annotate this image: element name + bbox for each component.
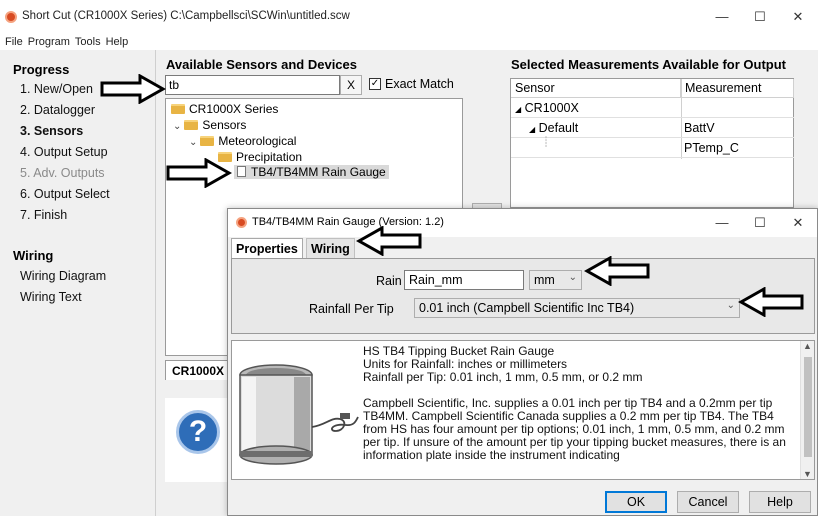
row-divider — [511, 157, 794, 158]
sensor-description-text: HS TB4 Tipping Bucket Rain Gauge Units f… — [363, 345, 795, 462]
nav-output-setup[interactable]: 4. Output Setup — [20, 145, 108, 159]
nav-adv-outputs: 5. Adv. Outputs — [20, 166, 105, 180]
menu-program[interactable]: Program — [28, 36, 70, 48]
progress-nav: Progress 1. New/Open 2. Datalogger 3. Se… — [0, 50, 155, 516]
dialog-title-bar: TB4/TB4MM Rain Gauge (Version: 1.2) — ☐ … — [228, 209, 817, 237]
nav-wiring-text[interactable]: Wiring Text — [20, 290, 82, 304]
help-icon[interactable]: ? — [176, 410, 220, 454]
menu-tools[interactable]: Tools — [75, 36, 101, 48]
callout-arrow — [166, 158, 232, 188]
sensor-search-input[interactable]: tb — [165, 75, 340, 95]
dialog-close-button[interactable]: ✕ — [786, 212, 810, 234]
tree-node-meteorological[interactable]: ⌄ Meteorological — [189, 134, 296, 148]
sensors-heading: Available Sensors and Devices — [166, 57, 358, 72]
exact-match-label: Exact Match — [385, 77, 454, 91]
window-title: Short Cut (CR1000X Series) C:\Campbellsc… — [22, 10, 350, 22]
row-divider — [511, 137, 794, 138]
nav-new-open[interactable]: 1. New/Open — [20, 82, 93, 96]
title-bar: Short Cut (CR1000X Series) C:\Campbellsc… — [0, 0, 818, 34]
table-row[interactable]: ◢ Default — [529, 121, 578, 135]
document-icon — [237, 166, 246, 177]
tree-connector: ┊ — [543, 137, 550, 148]
app-logo-icon — [236, 217, 247, 228]
rainfall-per-tip-select[interactable]: 0.01 inch (Campbell Scientific Inc TB4) ⌄ — [414, 298, 740, 318]
scroll-up-icon[interactable]: ▲ — [803, 341, 812, 351]
properties-panel: Rain Rain_mm mm ⌄ Rainfall Per Tip 0.01 i… — [231, 258, 815, 334]
tree-node-sensors[interactable]: ⌄ Sensors — [173, 118, 246, 132]
rainfall-per-tip-label: Rainfall Per Tip — [309, 302, 394, 316]
scroll-thumb[interactable] — [804, 357, 812, 457]
progress-heading: Progress — [13, 62, 70, 77]
wiring-heading: Wiring — [13, 248, 54, 263]
folder-icon — [184, 120, 199, 130]
folder-icon — [171, 104, 185, 114]
measurement-cell[interactable]: PTemp_C — [684, 141, 739, 155]
minimize-button[interactable]: — — [710, 6, 734, 28]
sensor-description-panel: HS TB4 Tipping Bucket Rain Gauge Units f… — [231, 340, 815, 480]
description-scrollbar[interactable]: ▲ ▼ — [800, 341, 814, 479]
nav-output-select[interactable]: 6. Output Select — [20, 187, 110, 201]
description-line: Campbell Scientific, Inc. supplies a 0.0… — [363, 396, 786, 462]
chevron-down-icon: ⌄ — [726, 300, 735, 311]
maximize-button[interactable]: ☐ — [748, 6, 772, 28]
exact-match-checkbox[interactable]: ✓ — [369, 78, 381, 90]
rain-variable-input[interactable]: Rain_mm — [404, 270, 524, 290]
chevron-down-icon[interactable]: ⌄ — [189, 137, 197, 148]
scroll-down-icon[interactable]: ▼ — [803, 469, 812, 479]
nav-finish[interactable]: 7. Finish — [20, 208, 67, 222]
column-header-sensor[interactable]: Sensor — [511, 79, 681, 98]
rain-label: Rain — [376, 274, 402, 288]
nav-datalogger[interactable]: 2. Datalogger — [20, 103, 95, 117]
row-divider — [511, 117, 794, 118]
output-heading: Selected Measurements Available for Outp… — [511, 57, 786, 72]
cancel-button[interactable]: Cancel — [677, 491, 739, 513]
ok-button[interactable]: OK — [605, 491, 667, 513]
callout-arrow — [100, 74, 166, 104]
help-button[interactable]: Help — [749, 491, 811, 513]
menu-bar: File Program Tools Help — [0, 34, 818, 50]
measurement-cell[interactable]: BattV — [684, 121, 715, 135]
callout-arrow — [584, 256, 650, 286]
dialog-minimize-button[interactable]: — — [710, 212, 734, 234]
tab-properties[interactable]: Properties — [231, 238, 303, 258]
clear-search-button[interactable]: X — [340, 75, 362, 95]
rain-gauge-image — [239, 364, 359, 465]
dialog-maximize-button[interactable]: ☐ — [748, 212, 772, 234]
description-line: Rainfall per Tip: 0.01 inch, 1 mm, 0.5 m… — [363, 370, 643, 384]
tree-node-cr1000x-series[interactable]: CR1000X Series — [171, 102, 278, 116]
chevron-down-icon: ⌄ — [568, 272, 577, 283]
datalogger-tab[interactable]: CR1000X — [165, 360, 229, 380]
nav-sensors[interactable]: 3. Sensors — [20, 124, 83, 138]
folder-icon — [200, 136, 215, 146]
menu-file[interactable]: File — [5, 36, 23, 48]
table-row[interactable]: ◢ CR1000X — [515, 101, 579, 115]
sensor-properties-dialog: TB4/TB4MM Rain Gauge (Version: 1.2) — ☐ … — [227, 208, 818, 516]
rain-unit-select[interactable]: mm ⌄ — [529, 270, 582, 290]
column-header-measurement[interactable]: Measurement — [681, 79, 794, 98]
callout-arrow — [738, 287, 804, 317]
chevron-down-icon[interactable]: ⌄ — [173, 121, 181, 132]
menu-help[interactable]: Help — [106, 36, 129, 48]
app-logo-icon — [5, 11, 17, 23]
output-table: Sensor Measurement ◢ CR1000X ◢ Default B… — [510, 78, 794, 208]
callout-arrow — [356, 226, 422, 256]
nav-wiring-diagram[interactable]: Wiring Diagram — [20, 269, 106, 283]
column-divider — [681, 79, 682, 159]
tree-node-tb4-rain-gauge[interactable]: TB4/TB4MM Rain Gauge — [234, 165, 389, 179]
close-button[interactable]: ✕ — [786, 6, 810, 28]
tab-wiring[interactable]: Wiring — [306, 238, 355, 258]
